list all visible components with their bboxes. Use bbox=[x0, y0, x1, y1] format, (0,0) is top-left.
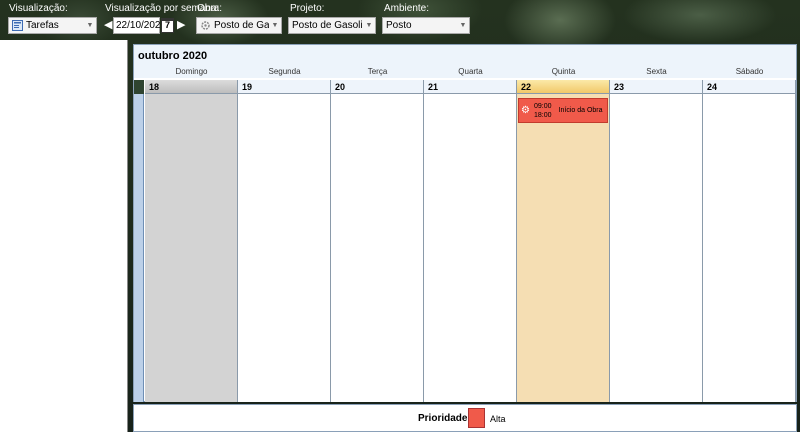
day-number: 18 bbox=[145, 80, 237, 94]
project-select-value: Posto de Gasolina bbox=[292, 20, 363, 31]
calendar-icon[interactable]: 7 bbox=[161, 18, 174, 33]
env-label: Ambiente: bbox=[384, 3, 430, 14]
side-panel bbox=[0, 40, 128, 432]
event-title: Início da Obra bbox=[558, 107, 603, 114]
day-column[interactable]: 23 bbox=[610, 80, 703, 402]
day-number: 20 bbox=[331, 80, 423, 94]
time-gutter bbox=[134, 80, 144, 402]
gear-icon bbox=[200, 20, 211, 31]
task-list-icon bbox=[12, 20, 23, 31]
day-column[interactable]: 22 ⚙ 09:00 18:00 Início da Obra bbox=[517, 80, 610, 402]
day-column[interactable]: 24 bbox=[703, 80, 796, 402]
day-name-1: Segunda bbox=[268, 67, 301, 76]
project-label: Projeto: bbox=[290, 3, 325, 14]
env-select[interactable]: Posto ▼ bbox=[382, 17, 470, 34]
day-name-4: Quinta bbox=[551, 67, 576, 76]
day-name-5: Sexta bbox=[646, 67, 667, 76]
legend-item-high: Alta bbox=[490, 414, 506, 424]
project-select[interactable]: Posto de Gasolina ▼ bbox=[288, 17, 376, 34]
day-column[interactable]: 19 bbox=[238, 80, 331, 402]
day-name-3: Quarta bbox=[458, 67, 483, 76]
work-select-value: Posto de Gasolina bbox=[214, 20, 269, 31]
chevron-down-icon: ▼ bbox=[86, 22, 94, 29]
work-select[interactable]: Posto de Gasolina ▼ bbox=[196, 17, 282, 34]
gutter-header bbox=[134, 80, 144, 94]
week-calendar: outubro 2020 Domingo Segunda Terça Quarta Qu… bbox=[133, 44, 797, 402]
day-number: 21 bbox=[424, 80, 516, 94]
day-number: 22 bbox=[517, 80, 609, 94]
gear-icon: ⚙ bbox=[521, 104, 530, 116]
month-title: outubro 2020 bbox=[134, 45, 796, 66]
day-name-2: Terça bbox=[367, 67, 388, 76]
day-number: 23 bbox=[610, 80, 702, 94]
next-week-button[interactable]: ▶ bbox=[177, 19, 185, 32]
chevron-down-icon: ▼ bbox=[459, 22, 467, 29]
day-number: 19 bbox=[238, 80, 330, 94]
day-column[interactable]: 18 bbox=[145, 80, 238, 402]
event-times: 09:00 18:00 bbox=[534, 102, 552, 120]
view-select[interactable]: Tarefas ▼ bbox=[8, 17, 97, 34]
chevron-down-icon: ▼ bbox=[365, 22, 373, 29]
view-label: Visualização: bbox=[9, 3, 68, 14]
priority-legend: Prioridade: Alta bbox=[133, 404, 797, 432]
event-end: 18:00 bbox=[534, 111, 552, 119]
chevron-down-icon: ▼ bbox=[271, 22, 279, 29]
legend-label: Prioridade: bbox=[418, 413, 471, 424]
calendar-grid: 18 19 20 21 22 ⚙ 09:00 18:00 Início da Obra 23 24 bbox=[134, 80, 796, 402]
view-select-value: Tarefas bbox=[26, 20, 59, 31]
day-column[interactable]: 20 bbox=[331, 80, 424, 402]
calendar-event[interactable]: ⚙ 09:00 18:00 Início da Obra bbox=[518, 98, 608, 123]
env-select-value: Posto bbox=[386, 20, 412, 31]
event-start: 09:00 bbox=[534, 102, 552, 110]
day-column[interactable]: 21 bbox=[424, 80, 517, 402]
day-name-6: Sábado bbox=[735, 67, 764, 76]
day-names-row: Domingo Segunda Terça Quarta Quinta Sexta Sába… bbox=[134, 66, 796, 78]
work-label: Obra: bbox=[197, 3, 223, 14]
date-input[interactable]: 22/10/2020 bbox=[113, 17, 166, 34]
day-name-0: Domingo bbox=[175, 67, 208, 76]
legend-swatch-high bbox=[468, 408, 485, 428]
day-number: 24 bbox=[703, 80, 795, 94]
previous-week-button[interactable]: ◀ bbox=[104, 19, 112, 32]
